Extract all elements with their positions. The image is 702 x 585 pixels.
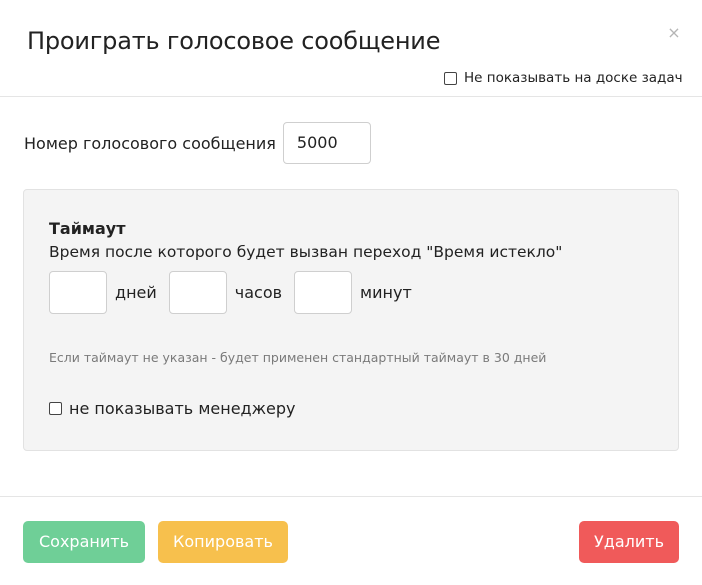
- voice-message-number-label: Номер голосового сообщения: [24, 133, 276, 153]
- hide-from-manager-checkbox[interactable]: не показывать менеджеру: [49, 399, 295, 418]
- delete-button[interactable]: Удалить: [579, 521, 679, 563]
- hide-from-manager-label: не показывать менеджеру: [69, 399, 296, 418]
- timeout-description: Время после которого будет вызван перехо…: [49, 243, 563, 261]
- timeout-hours-input[interactable]: [168, 271, 227, 314]
- checkbox-box[interactable]: [444, 71, 457, 85]
- voice-message-number-input[interactable]: 5000: [282, 122, 371, 164]
- timeout-minutes-label: минут: [360, 283, 412, 302]
- footer-divider: [0, 496, 702, 497]
- checkbox-box[interactable]: [49, 402, 62, 415]
- copy-button[interactable]: Копировать: [158, 521, 288, 563]
- hide-on-board-checkbox[interactable]: Не показывать на доске задач: [444, 70, 683, 86]
- timeout-title: Таймаут: [49, 219, 126, 238]
- close-icon[interactable]: ×: [666, 24, 682, 42]
- modal-title: Проиграть голосовое сообщение: [27, 27, 441, 55]
- timeout-panel: Таймаут Время после которого будет вызва…: [23, 189, 679, 451]
- timeout-minutes-input[interactable]: [294, 271, 353, 314]
- header-divider: [0, 96, 702, 97]
- timeout-days-input[interactable]: [49, 271, 107, 314]
- timeout-hours-label: часов: [234, 283, 283, 302]
- timeout-hint: Если таймаут не указан - будет применен …: [49, 350, 547, 365]
- voice-message-number-row: Номер голосового сообщения 5000: [24, 122, 371, 164]
- timeout-days-label: дней: [115, 283, 157, 302]
- save-button[interactable]: Сохранить: [23, 521, 145, 563]
- timeout-inputs-row: дней часов минут: [49, 271, 424, 314]
- voice-message-modal: Проиграть голосовое сообщение × Не показ…: [0, 0, 702, 585]
- hide-on-board-label: Не показывать на доске задач: [464, 70, 683, 86]
